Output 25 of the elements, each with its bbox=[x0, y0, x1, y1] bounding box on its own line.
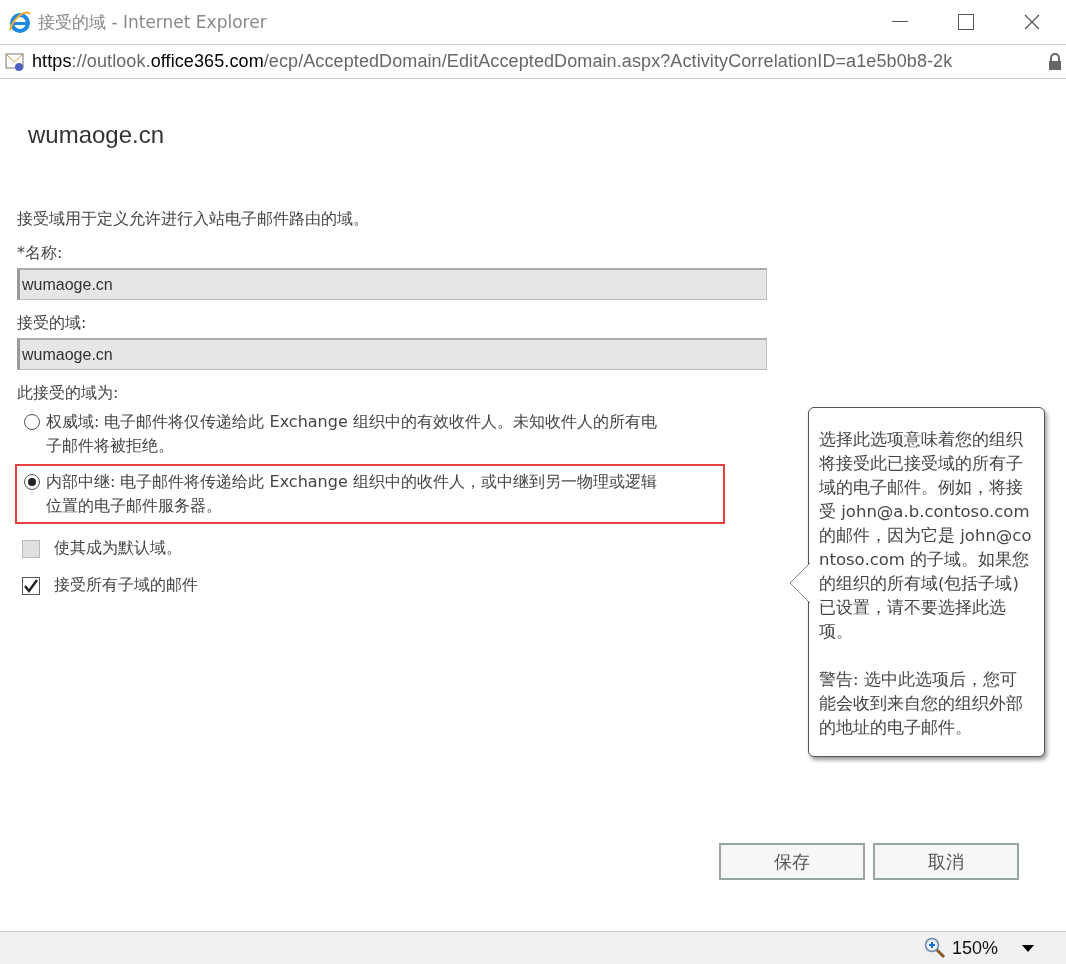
minimize-icon[interactable] bbox=[892, 21, 908, 23]
zoom-level[interactable]: 150% bbox=[951, 937, 998, 959]
save-button[interactable]: 保存 bbox=[719, 843, 865, 880]
cancel-button[interactable]: 取消 bbox=[873, 843, 1019, 880]
address-field[interactable]: https://outlook.office365.com/ecp/AcceptedDomain/EditAcceptedDomain.aspx?ActivityCorrelationID=a1e5b0b8-2k bbox=[32, 51, 1042, 72]
maximize-icon[interactable] bbox=[958, 14, 974, 30]
dropdown-caret-icon[interactable] bbox=[1022, 944, 1034, 952]
browser-logo-icon bbox=[8, 10, 32, 34]
description-text: 接受域用于定义允许进行入站电子邮件路由的域。 bbox=[17, 209, 370, 230]
checkbox[interactable] bbox=[22, 576, 40, 595]
tooltip-text: 警告: 选中此选项后，您可能会收到来自您的组织外部的地址的电子邮件。 bbox=[819, 669, 1024, 739]
page-icon bbox=[4, 50, 26, 73]
field-label: 此接受的域为: bbox=[17, 382, 120, 404]
window-title: 接受的域 - Internet Explorer bbox=[38, 10, 267, 34]
checkbox-label: 接受所有子域的邮件 bbox=[54, 575, 198, 596]
lock-icon bbox=[1048, 52, 1062, 71]
field-label: 接受的域: bbox=[17, 312, 88, 334]
domain-heading: wumaoge.cn bbox=[28, 121, 166, 149]
zoom-icon[interactable] bbox=[923, 937, 946, 959]
close-icon[interactable] bbox=[1024, 14, 1040, 30]
checkbox-label: 使其成为默认域。 bbox=[54, 538, 182, 559]
tooltip-text: 选择此选项意味着您的组织将接受此已接受域的所有子域的电子邮件。例如，将接受 john@a.b.contoso.com 的邮件，因为它是 john@contoso.com 的子域。如果您的组织的所有域(包括子域)已设置，请不要选择此选项。 bbox=[819, 429, 1032, 643]
field-label: *名称: bbox=[17, 242, 64, 264]
option-text: 内部中继: 电子邮件将传递给此 Exchange 组织中的收件人，或中继到另一物理或逻辑位置的电子邮件服务器。 bbox=[46, 471, 658, 517]
option-text: 权威域: 电子邮件将仅传递给此 Exchange 组织中的有效收件人。未知收件人的所有电子邮件将被拒绝。 bbox=[46, 411, 658, 457]
